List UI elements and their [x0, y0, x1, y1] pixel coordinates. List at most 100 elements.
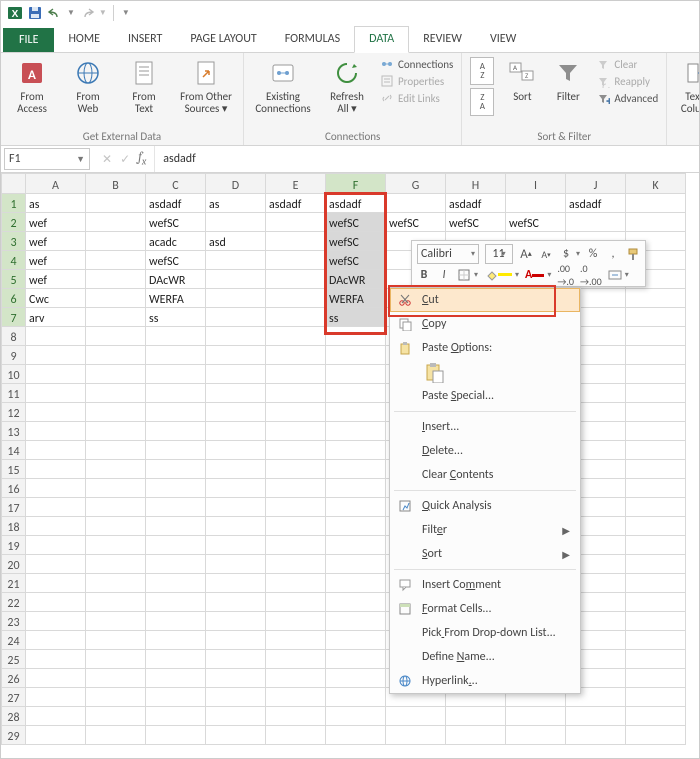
cell-E7[interactable]	[266, 308, 326, 327]
cell-K11[interactable]	[626, 384, 686, 403]
row-header-13[interactable]: 13	[2, 422, 26, 441]
cell-A20[interactable]	[26, 555, 86, 574]
ctx-paste-option[interactable]	[390, 360, 580, 384]
cell-K10[interactable]	[626, 365, 686, 384]
cell-B22[interactable]	[86, 593, 146, 612]
row-header-15[interactable]: 15	[2, 460, 26, 479]
cell-D1[interactable]: as	[206, 194, 266, 213]
cell-E2[interactable]	[266, 213, 326, 232]
cell-D29[interactable]	[206, 726, 266, 745]
row-header-5[interactable]: 5	[2, 270, 26, 289]
cell-C24[interactable]	[146, 631, 206, 650]
name-box-dropdown-icon[interactable]: ▼	[76, 154, 85, 165]
cell-C28[interactable]	[146, 707, 206, 726]
row-header-17[interactable]: 17	[2, 498, 26, 517]
cell-K15[interactable]	[626, 460, 686, 479]
cell-B23[interactable]	[86, 612, 146, 631]
cell-C7[interactable]: ss	[146, 308, 206, 327]
cell-I1[interactable]	[506, 194, 566, 213]
cell-C23[interactable]	[146, 612, 206, 631]
cell-E26[interactable]	[266, 669, 326, 688]
column-header-D[interactable]: D	[206, 174, 266, 194]
cell-H1[interactable]: asdadf	[446, 194, 506, 213]
cell-B25[interactable]	[86, 650, 146, 669]
ctx-delete[interactable]: Delete...	[390, 439, 580, 463]
cell-E13[interactable]	[266, 422, 326, 441]
decrease-font-icon[interactable]: A▾	[539, 246, 553, 262]
cell-A28[interactable]	[26, 707, 86, 726]
mini-font-name[interactable]: Calibri▾	[417, 244, 479, 264]
cell-E12[interactable]	[266, 403, 326, 422]
cell-B8[interactable]	[86, 327, 146, 346]
undo-dropdown-icon[interactable]: ▼	[67, 8, 75, 18]
cell-C3[interactable]: acadc	[146, 232, 206, 251]
cell-E9[interactable]	[266, 346, 326, 365]
cell-C1[interactable]: asdadf	[146, 194, 206, 213]
row-header-1[interactable]: 1	[2, 194, 26, 213]
cell-F17[interactable]	[326, 498, 386, 517]
cell-B26[interactable]	[86, 669, 146, 688]
cell-H29[interactable]	[446, 726, 506, 745]
save-icon[interactable]	[27, 5, 43, 21]
column-header-E[interactable]: E	[266, 174, 326, 194]
cell-D18[interactable]	[206, 517, 266, 536]
cell-E11[interactable]	[266, 384, 326, 403]
cell-B29[interactable]	[86, 726, 146, 745]
cell-C16[interactable]	[146, 479, 206, 498]
cell-K8[interactable]	[626, 327, 686, 346]
cell-E21[interactable]	[266, 574, 326, 593]
cell-D28[interactable]	[206, 707, 266, 726]
cell-A8[interactable]	[26, 327, 86, 346]
cell-A7[interactable]: arv	[26, 308, 86, 327]
cell-A9[interactable]	[26, 346, 86, 365]
row-header-28[interactable]: 28	[2, 707, 26, 726]
row-header-8[interactable]: 8	[2, 327, 26, 346]
decrease-decimal-icon[interactable]: .0→.00	[580, 267, 602, 283]
cell-K22[interactable]	[626, 593, 686, 612]
cell-B3[interactable]	[86, 232, 146, 251]
cell-F9[interactable]	[326, 346, 386, 365]
cell-B1[interactable]	[86, 194, 146, 213]
cell-D19[interactable]	[206, 536, 266, 555]
row-header-4[interactable]: 4	[2, 251, 26, 270]
cell-F12[interactable]	[326, 403, 386, 422]
cell-J29[interactable]	[566, 726, 626, 745]
cell-B13[interactable]	[86, 422, 146, 441]
cell-G1[interactable]	[386, 194, 446, 213]
cell-I2[interactable]: wefSC	[506, 213, 566, 232]
cell-B11[interactable]	[86, 384, 146, 403]
cell-G29[interactable]	[386, 726, 446, 745]
cell-I29[interactable]	[506, 726, 566, 745]
cell-A29[interactable]	[26, 726, 86, 745]
cell-C10[interactable]	[146, 365, 206, 384]
cell-K13[interactable]	[626, 422, 686, 441]
cell-K18[interactable]	[626, 517, 686, 536]
cell-D3[interactable]: asd	[206, 232, 266, 251]
cell-D17[interactable]	[206, 498, 266, 517]
cell-K20[interactable]	[626, 555, 686, 574]
cell-A3[interactable]: wef	[26, 232, 86, 251]
cell-A16[interactable]	[26, 479, 86, 498]
cell-B18[interactable]	[86, 517, 146, 536]
reapply-button[interactable]: Reapply	[596, 74, 658, 88]
cell-A27[interactable]	[26, 688, 86, 707]
cell-K1[interactable]	[626, 194, 686, 213]
cell-E25[interactable]	[266, 650, 326, 669]
cell-F13[interactable]	[326, 422, 386, 441]
cell-F16[interactable]	[326, 479, 386, 498]
insert-function-icon[interactable]: fx	[138, 150, 146, 168]
tab-formulas[interactable]: FORMULAS	[271, 27, 354, 52]
cell-C17[interactable]	[146, 498, 206, 517]
cancel-formula-icon[interactable]: ✕	[102, 152, 112, 167]
mini-font-size[interactable]: 11▾	[485, 244, 513, 264]
connections-button[interactable]: Connections	[380, 57, 453, 71]
row-header-12[interactable]: 12	[2, 403, 26, 422]
row-header-16[interactable]: 16	[2, 479, 26, 498]
cell-F5[interactable]: DAcWR	[326, 270, 386, 289]
column-header-F[interactable]: F	[326, 174, 386, 194]
column-header-G[interactable]: G	[386, 174, 446, 194]
cell-E20[interactable]	[266, 555, 326, 574]
cell-E3[interactable]	[266, 232, 326, 251]
cell-K6[interactable]	[626, 289, 686, 308]
cell-A10[interactable]	[26, 365, 86, 384]
